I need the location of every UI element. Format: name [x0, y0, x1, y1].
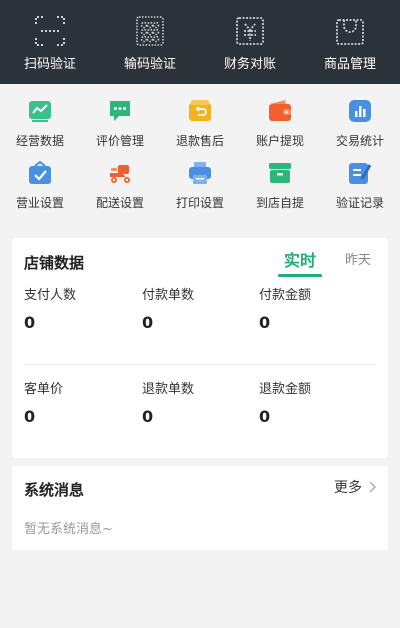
scan-icon [35, 16, 65, 46]
system-message-card: 系统消息 更多 暂无系统消息~ [12, 466, 388, 550]
metric-avg-price: 客单价 0 [24, 378, 63, 426]
finance-reconcile-button[interactable]: 财务对账 [200, 0, 300, 84]
store-pickup-button[interactable]: 到店自提 [240, 160, 320, 232]
metric-label: 付款单数 [142, 288, 195, 303]
delivery-icon [110, 165, 130, 183]
metric-refund-amount: 退款金额 0 [259, 378, 311, 426]
metric-pay-orders: 付款单数 0 [142, 284, 194, 332]
metric-label: 支付人数 [24, 288, 77, 303]
top-toolbar: 扫码验证 输码验证 财务对账 商品管理 [0, 0, 400, 84]
metric-value: 0 [24, 313, 36, 332]
metric-label: 退款金额 [259, 382, 312, 397]
metric-label: 付款金额 [259, 288, 312, 303]
verify-record-label: 验证记录 [335, 196, 384, 210]
more-link[interactable]: 更多 [334, 477, 376, 497]
code-verify-button[interactable]: 输码验证 [100, 0, 200, 84]
stats-icon [349, 100, 371, 122]
finance-icon [236, 17, 264, 45]
trade-stats-label: 交易统计 [335, 134, 384, 148]
metric-label: 退款单数 [142, 382, 195, 397]
print-settings-label: 打印设置 [175, 196, 224, 210]
empty-message: 暂无系统消息~ [24, 522, 113, 537]
metric-value: 0 [24, 407, 36, 426]
goods-icon [336, 19, 364, 45]
business-data-button[interactable]: 经营数据 [0, 98, 80, 158]
metric-value: 0 [259, 407, 271, 426]
printer-icon [189, 162, 211, 184]
account-withdraw-button[interactable]: 账户提现 [240, 98, 320, 158]
print-settings-button[interactable]: 打印设置 [160, 160, 240, 232]
goods-manage-button[interactable]: 商品管理 [300, 0, 400, 84]
account-withdraw-label: 账户提现 [255, 134, 304, 148]
scan-verify-button[interactable]: 扫码验证 [0, 0, 100, 84]
metric-pay-users: 支付人数 0 [24, 284, 76, 332]
business-settings-label: 营业设置 [15, 196, 64, 210]
tab-realtime-label: 实时 [284, 251, 317, 270]
review-manage-label: 评价管理 [95, 134, 144, 148]
wallet-icon [269, 100, 291, 121]
more-label: 更多 [334, 480, 362, 496]
metric-label: 客单价 [24, 382, 64, 397]
business-settings-button[interactable]: 营业设置 [0, 160, 80, 232]
trade-stats-button[interactable]: 交易统计 [320, 98, 400, 158]
tab-active-indicator [278, 274, 323, 277]
metric-pay-amount: 付款金额 0 [259, 284, 311, 332]
refund-icon [189, 100, 211, 121]
review-icon [110, 101, 130, 121]
store-data-title: 店铺数据 [24, 254, 85, 272]
chevron-right-icon [369, 481, 376, 493]
verify-record-button[interactable]: 验证记录 [320, 160, 400, 232]
store-pickup-label: 到店自提 [255, 196, 304, 210]
business-settings-icon [29, 160, 51, 184]
function-grid: 经营数据 评价管理 退款售后 账户提现 交易统计 营业设置 配送设置 打印设置 … [0, 84, 400, 234]
refund-label: 退款售后 [175, 134, 224, 148]
scan-verify-label: 扫码验证 [23, 57, 76, 72]
metric-value: 0 [259, 313, 271, 332]
delivery-settings-button[interactable]: 配送设置 [80, 160, 160, 232]
store-data-card: 店铺数据 实时 昨天 支付人数 0 付款单数 0 付款金额 0 客单价 0 退款… [12, 238, 388, 458]
delivery-settings-label: 配送设置 [95, 196, 144, 210]
metric-value: 0 [142, 407, 154, 426]
divider [24, 364, 376, 365]
business-data-icon [29, 101, 51, 122]
business-data-label: 经营数据 [15, 134, 64, 148]
system-message-title: 系统消息 [24, 481, 85, 499]
tab-realtime[interactable]: 实时 [278, 247, 323, 277]
pickup-icon [269, 163, 291, 183]
code-input-icon [136, 16, 164, 46]
goods-manage-label: 商品管理 [323, 57, 376, 72]
refund-button[interactable]: 退款售后 [160, 98, 240, 158]
tab-yesterday[interactable]: 昨天 [345, 249, 371, 268]
review-manage-button[interactable]: 评价管理 [80, 98, 160, 158]
finance-reconcile-label: 财务对账 [223, 57, 276, 72]
metric-value: 0 [142, 313, 154, 332]
record-icon [349, 163, 372, 184]
metric-refund-orders: 退款单数 0 [142, 378, 194, 426]
code-verify-label: 输码验证 [123, 57, 176, 72]
